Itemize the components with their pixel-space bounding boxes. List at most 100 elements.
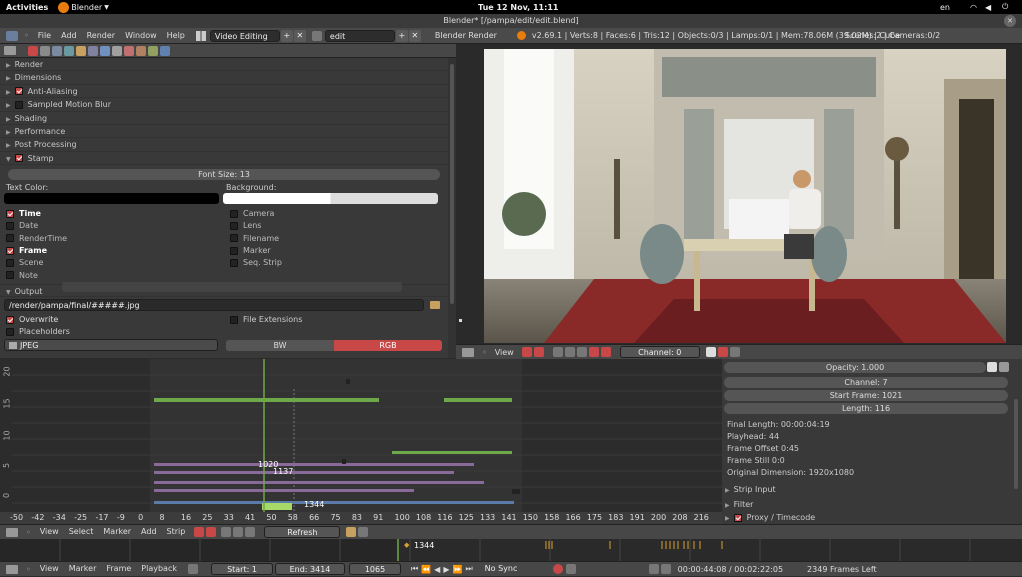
channels-icon[interactable] [564,347,575,357]
record-icon[interactable] [552,564,563,574]
proxy-checkbox[interactable] [733,513,742,522]
wifi-icon[interactable]: ◠ [970,3,977,12]
overlay-icon[interactable] [729,347,740,357]
texture-tab-icon[interactable] [136,45,146,56]
preview-range-icon[interactable] [188,564,198,574]
strip-purple-2[interactable] [154,471,454,474]
physics-tab-icon[interactable] [160,45,170,56]
editor-type-icon[interactable] [462,347,474,357]
menu-playback[interactable]: Playback [136,561,182,577]
keying-set-icon[interactable] [565,564,576,574]
activities-button[interactable]: Activities [6,3,48,12]
output-path-input[interactable]: /render/pampa/final/#####.jpg [4,299,424,312]
strip-panel-scrollbar[interactable] [1014,399,1018,489]
particles-tab-icon[interactable] [148,45,158,56]
panel-performance[interactable]: ▶ Performance [0,125,448,139]
folder-icon[interactable] [430,301,440,310]
proxy-icon[interactable] [705,347,716,357]
menu-strip[interactable]: Strip [162,524,191,540]
scene-field[interactable]: edit [324,29,395,42]
strip-green-mid[interactable] [392,451,512,454]
menu-view[interactable]: View [35,561,64,577]
sequencer-view-icon[interactable] [194,527,205,537]
strip-green-right[interactable] [444,398,512,402]
stamp-checkbox[interactable] [6,209,14,218]
editor-type-icon[interactable] [4,46,16,55]
panel-anti-aliasing[interactable]: ▶ Anti-Aliasing [0,85,448,99]
strip-purple-1[interactable] [154,463,474,466]
strip-purple-3[interactable] [154,481,484,484]
material-tab-icon[interactable] [124,45,134,56]
stamp-checkbox[interactable] [230,234,238,243]
stamp-checkbox[interactable] [6,271,14,280]
power-icon[interactable]: ⏻ [1002,2,1008,12]
stamp-checkbox[interactable] [230,258,238,267]
close-icon[interactable]: ✕ [1004,15,1016,27]
add-screen-button[interactable]: + [280,29,293,42]
stamp-checkbox[interactable] [6,234,14,243]
scene-tab-icon[interactable] [52,45,62,56]
file-extensions-checkbox[interactable] [230,315,238,324]
jump-end-icon[interactable]: ⏭ [465,564,472,574]
refresh-icon[interactable] [576,347,587,357]
app-menu[interactable]: Blender [71,3,102,12]
rgb-button[interactable]: RGB [334,339,442,351]
keyframe-delete-icon[interactable] [660,564,671,574]
menu-marker[interactable]: Marker [64,561,102,577]
constraints-tab-icon[interactable] [88,45,98,56]
lock-icon[interactable] [999,362,1009,372]
stamp-checkbox[interactable] [6,258,14,267]
view-type-icon[interactable] [521,347,532,357]
object-tab-icon[interactable] [76,45,86,56]
strip-blue-1[interactable] [154,501,514,504]
eye-icon[interactable] [987,362,997,372]
stamp-option-frame[interactable]: Frame [0,245,224,257]
sequencer-strips-area[interactable]: 20 15 10 5 0 10 20 1137 1344 [0,359,722,524]
stamp-option-rendertime[interactable]: RenderTime [0,233,224,245]
menu-select[interactable]: Select [64,524,99,540]
background-color-swatch[interactable] [223,193,438,205]
prev-keyframe-icon[interactable]: ⏪ [421,565,431,574]
panel-proxy[interactable]: ▶ Proxy / Timecode [725,513,815,522]
render-tab-icon[interactable] [28,45,38,56]
panel-checkbox[interactable] [14,100,23,109]
stamp-checkbox[interactable] [6,246,14,255]
screen-layout-field[interactable]: Video Editing [209,29,280,42]
play-reverse-icon[interactable]: ◀ [434,565,440,574]
snap-icon[interactable] [233,527,244,537]
editor-type-icon[interactable] [6,564,18,574]
strip-green-main[interactable] [154,398,379,402]
language-indicator[interactable]: en [940,3,950,12]
panel-shading[interactable]: ▶ Shading [0,112,448,125]
zoom-icon[interactable] [245,527,256,537]
overlay-toggle-icon[interactable] [346,527,357,537]
menu-toggle-icon[interactable]: ◦ [26,528,31,537]
start-frame-field[interactable]: Start Frame: 1021 [724,390,1008,401]
render-layers-icon[interactable] [40,45,50,56]
stamp-option-note[interactable]: Note [0,270,402,293]
panel-strip-input[interactable]: ▶ Strip Input [725,485,776,494]
sequencer-preview[interactable] [456,44,1022,344]
stamp-option-scene[interactable]: Scene [0,257,224,269]
use-proxy-icon[interactable] [221,527,232,537]
play-icon[interactable]: ▶ [443,565,449,574]
file-format-dropdown[interactable]: JPEG [4,339,218,352]
stamp-option-date[interactable]: Date [0,220,224,232]
menu-toggle-icon[interactable]: ◦ [24,31,29,40]
modifier-tab-icon[interactable] [100,45,110,56]
scope-icon[interactable] [600,347,611,357]
render-engine-dropdown[interactable]: Blender Render [435,31,505,40]
panel-filter[interactable]: ▶ Filter [725,500,753,509]
current-frame-field[interactable]: 1065 [349,563,401,575]
safe-margin-icon[interactable] [552,347,563,357]
stamp-option-time[interactable]: Time [0,208,224,220]
menu-help[interactable]: Help [162,28,190,44]
add-scene-button[interactable]: + [395,29,408,42]
volume-icon[interactable]: ◀ [985,3,991,12]
editor-type-icon[interactable] [6,30,18,41]
panel-stamp[interactable]: ▼ Stamp [0,152,448,166]
stamp-checkbox[interactable] [230,246,238,255]
font-size-field[interactable]: Font Size: 13 [8,169,440,181]
stamp-checkbox[interactable] [6,221,14,230]
menu-marker[interactable]: Marker [98,524,136,540]
